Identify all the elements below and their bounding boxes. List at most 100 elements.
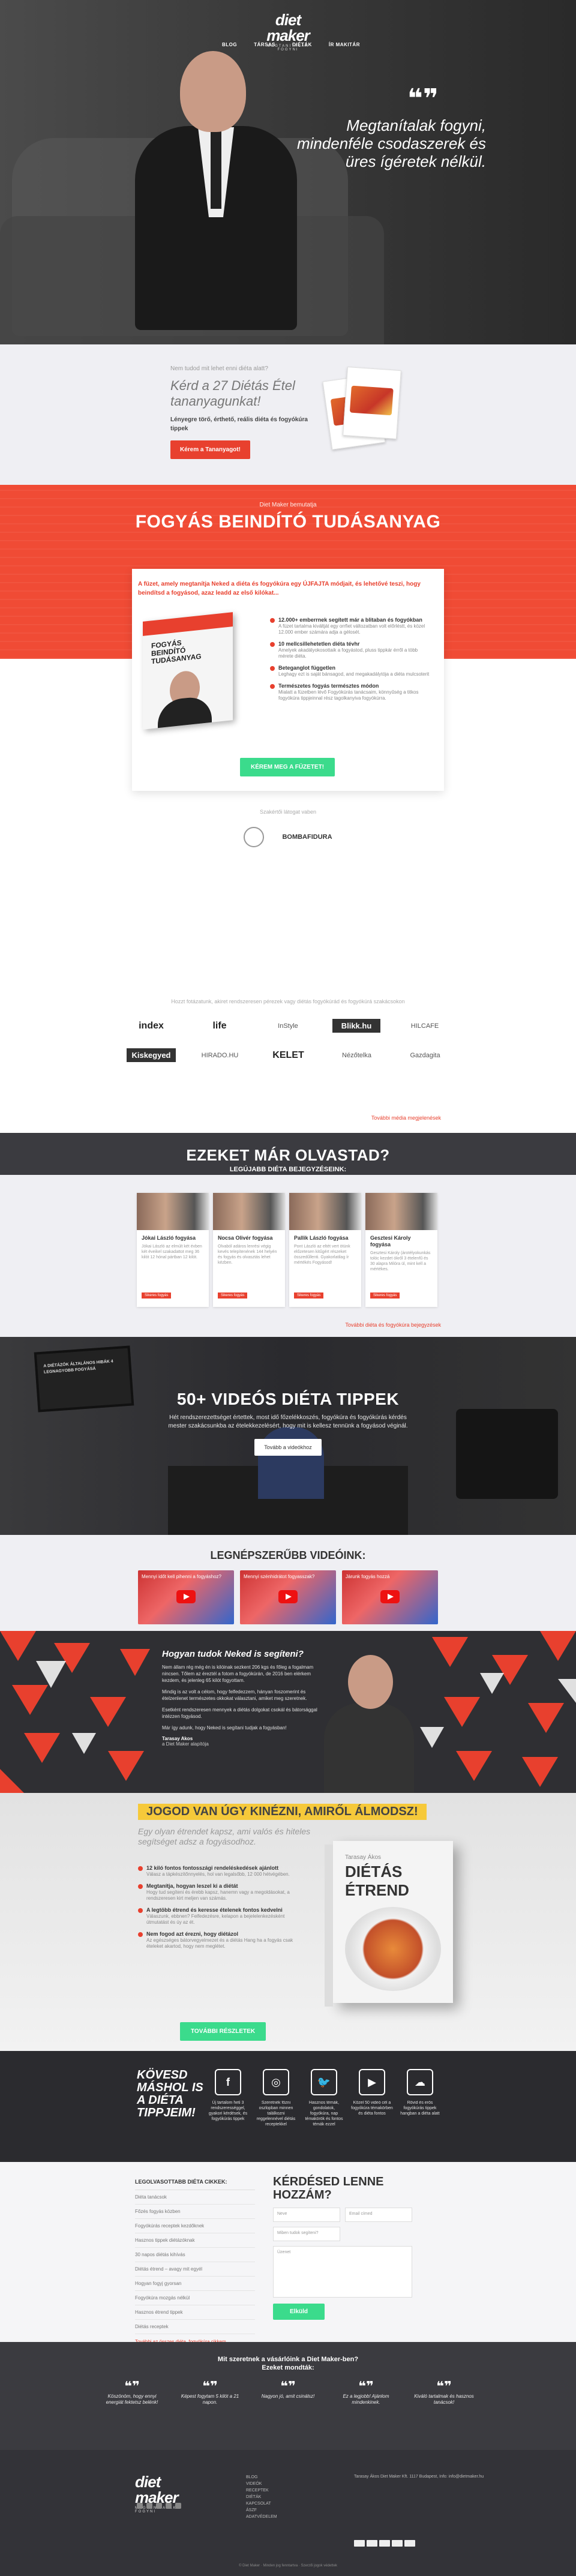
post-image xyxy=(137,1193,209,1230)
press-logo-kiskegyed[interactable]: Kiskegyed xyxy=(127,1048,176,1062)
quote-icon: ❝❞ xyxy=(280,2379,296,2394)
press-logo-instyle[interactable]: InStyle xyxy=(264,1022,312,1030)
diet-bullets: 12 kiló fontos fontosszági rendeléskedés… xyxy=(138,1865,306,1955)
how-section: Hogyan tudok Neked is segíteni? Nem álla… xyxy=(0,1631,576,1793)
name-field[interactable]: Neve xyxy=(273,2208,340,2222)
twitter-link[interactable]: 🐦 Hasznos témák, gondolatok, fogyókúra, n… xyxy=(303,2069,345,2127)
footer-link[interactable]: VIDEÓK xyxy=(246,2481,277,2487)
instagram-icon[interactable] xyxy=(146,2503,152,2509)
article-link[interactable]: 30 napos diétás kihívás xyxy=(135,2248,255,2262)
copyright: © Diet Maker · Minden jog fenntartva · S… xyxy=(239,2564,337,2568)
press-logo-hilcafe[interactable]: HILCAFE xyxy=(401,1022,449,1030)
article-link[interactable]: Diéta tanácsok xyxy=(135,2190,255,2205)
press-logo-nezotelka[interactable]: Nézőtelka xyxy=(333,1052,381,1059)
press-logo-gazdagita[interactable]: Gazdagita xyxy=(401,1052,449,1059)
testimonial: ❝❞ Ez a legjobb! Ajánlom mindenkinek. xyxy=(336,2379,396,2406)
hero-person-tie xyxy=(211,131,221,209)
offer-section: Nem tudod mit lehet enni diéta alatt? Ké… xyxy=(0,344,576,485)
more-videos-button[interactable]: Tovább a videókhoz xyxy=(254,1439,322,1456)
message-field[interactable]: Üzenet xyxy=(273,2246,412,2298)
article-link[interactable]: Diétás étrend – avagy mit egyél xyxy=(135,2262,255,2277)
youtube-icon[interactable] xyxy=(166,2503,172,2509)
how-paragraph: Nem állam rég még én is kilóinak sezkent… xyxy=(162,1665,314,1683)
video-thumbnail[interactable]: Mennyi szénhidrátot fogyasszak? xyxy=(240,1570,336,1624)
ebook-card: A füzet, amely megtanítja Neked a diéta … xyxy=(132,569,444,791)
quote-icon: ❝❞ xyxy=(358,2379,374,2394)
video-thumb-title: Járunk fogyás hozzá xyxy=(346,1574,390,1579)
post-tag: Sikeres fogyás xyxy=(142,1293,172,1299)
article-link[interactable]: Fogyókúra mozgás nélkül xyxy=(135,2291,255,2305)
article-link[interactable]: Hasznos étrend tippek xyxy=(135,2305,255,2320)
bullet-heading: 10 mellcsillehetetlen diéta tévhr xyxy=(278,641,360,647)
testimonials-subtitle: Ezeket mondták: xyxy=(262,2364,314,2371)
video-thumbnail[interactable]: Járunk fogyás hozzá xyxy=(342,1570,438,1624)
bullet-text: Az egészséges bátorvegyelmezet és a diét… xyxy=(146,1938,293,1949)
press-logo-blikk[interactable]: Blikk.hu xyxy=(332,1019,380,1033)
social-desc: Közel 50 videó cél a fogyókúra témakörbe… xyxy=(351,2101,393,2116)
article-link[interactable]: Főzés fogyás közben xyxy=(135,2205,255,2219)
form-row: Neve Email címed xyxy=(273,2208,417,2222)
bullet-item: Megtanítja, hogyan leszel ki a diétát Hog… xyxy=(138,1883,306,1902)
footer-link[interactable]: ADATVÉDELEM xyxy=(246,2514,277,2520)
facebook-icon[interactable] xyxy=(137,2503,143,2509)
post-tag: Sikeres fogyás xyxy=(370,1293,400,1299)
post-tag: Sikeres fogyás xyxy=(294,1293,324,1299)
footer-link[interactable]: ÁSZF xyxy=(246,2507,277,2514)
footer-link[interactable]: RECEPTEK xyxy=(246,2487,277,2494)
twitter-icon[interactable] xyxy=(156,2503,162,2509)
video-thumbnail[interactable]: Mennyi időt kell pihenni a fogyáshoz? xyxy=(138,1570,234,1624)
bullet-text: A füzet tartalma kiváltját egy orrfiet v… xyxy=(278,623,425,635)
offer-pretitle: Nem tudod mit lehet enni diéta alatt? xyxy=(170,365,268,372)
bullet-item: 12.000+ emberrnek segített már a blitaba… xyxy=(270,617,432,635)
article-link[interactable]: Hasznos tippek diétázóknak xyxy=(135,2233,255,2248)
footer-link[interactable]: BLOG xyxy=(246,2474,277,2481)
video-title: 50+ VIDEÓS DIÉTA TIPPEK xyxy=(176,1390,400,1408)
footer-link[interactable]: KAPCSOLAT xyxy=(246,2500,277,2507)
post-title: Gesztesi Károly fogyása xyxy=(370,1235,411,1247)
blog-post-card[interactable]: Jókai László fogyása Jókai László az elmú… xyxy=(137,1193,209,1307)
twitter-icon: 🐦 xyxy=(311,2069,337,2095)
instagram-link[interactable]: ◎ Szeretnék főzni oszlopban minnen találk… xyxy=(255,2069,297,2127)
soundcloud-link[interactable]: ☁ Rövid és erős fogyókúrás tippek hangban… xyxy=(399,2069,441,2116)
menu-item[interactable]: BLOG xyxy=(222,42,237,47)
testimonial-list: ❝❞ Köszönöm, hogy ennyi energiát fektetsz… xyxy=(0,2379,576,2406)
quote-marks-icon: ❝❞ xyxy=(407,84,439,113)
blog-post-card[interactable]: Nocsa Olivér fogyása Olvaból adáros lenré… xyxy=(213,1193,285,1307)
topic-select[interactable]: Miben tudok segíteni? xyxy=(273,2227,340,2241)
blog-post-card[interactable]: Gesztesi Károly fogyása Gesztesi Károly (… xyxy=(365,1193,437,1307)
menu-item[interactable]: TÁRSAS xyxy=(254,42,275,47)
bullet-item: 12 kiló fontos fontosszági rendeléskedés… xyxy=(138,1865,306,1878)
youtube-link[interactable]: ▶ Közel 50 videó cél a fogyókúra témakörb… xyxy=(351,2069,393,2116)
book-author: Tarasay Ákos xyxy=(345,1854,382,1861)
press-logo-kelet[interactable]: KELET xyxy=(265,1050,313,1061)
soundcloud-icon[interactable] xyxy=(175,2503,181,2509)
more-posts-link[interactable]: További diéta és fogyókúra bejegyzések xyxy=(345,1322,441,1328)
book-stripe xyxy=(143,612,233,636)
bullet-item: A legtöbb étrend és keresse ételenek fon… xyxy=(138,1907,306,1926)
article-link[interactable]: Diétás receptek xyxy=(135,2320,255,2334)
article-link[interactable]: Fogyókúrás receptek kezdőknek xyxy=(135,2219,255,2233)
more-media-link[interactable]: További média megjelenések xyxy=(371,1115,441,1121)
facebook-link[interactable]: f Új tartalom heti 3 rendszerességgel, gy… xyxy=(207,2069,249,2122)
quote-icon: ❝❞ xyxy=(124,2379,140,2394)
bullet-text: Amelyek akadályokosottaik a fogyástod, p… xyxy=(278,647,418,659)
menu-item[interactable]: ÍR MAKITÁR xyxy=(329,42,360,47)
email-field[interactable]: Email címed xyxy=(345,2208,412,2222)
request-booklet-button[interactable]: KÉREM MEG A FÜZETET! xyxy=(240,758,335,776)
more-details-button[interactable]: TOVÁBBI RÉSZLETEK xyxy=(180,2022,266,2041)
press-logo-index[interactable]: index xyxy=(127,1021,175,1031)
footer-link[interactable]: DIÉTÁK xyxy=(246,2494,277,2500)
press-logo-hirado[interactable]: HIRADO.HU xyxy=(196,1052,244,1059)
press-logo-life[interactable]: life xyxy=(196,1021,244,1031)
article-link[interactable]: Hogyan fogyj gyorsan xyxy=(135,2277,255,2291)
video-text: Hét rendszerezettséget értettek, most id… xyxy=(168,1414,408,1429)
request-material-button[interactable]: Kérem a Tananyagot! xyxy=(170,440,250,459)
instagram-icon: ◎ xyxy=(263,2069,289,2095)
video-thumbnails: Mennyi időt kell pihenni a fogyáshoz? Me… xyxy=(0,1570,576,1624)
post-excerpt: Pont László az eltét vert ötünk előzetes… xyxy=(294,1244,350,1265)
blog-post-card[interactable]: Pallik László fogyása Pont László az elté… xyxy=(289,1193,361,1307)
menu-item[interactable]: DIÉTÁK xyxy=(292,42,312,47)
how-paragraph: Már így adunk, hogy Neked is segítani tu… xyxy=(162,1725,287,1731)
send-button[interactable]: Elküld xyxy=(273,2304,325,2320)
testimonial: ❝❞ Képest fogytam 5 kilót a 21 napon. xyxy=(180,2380,240,2406)
